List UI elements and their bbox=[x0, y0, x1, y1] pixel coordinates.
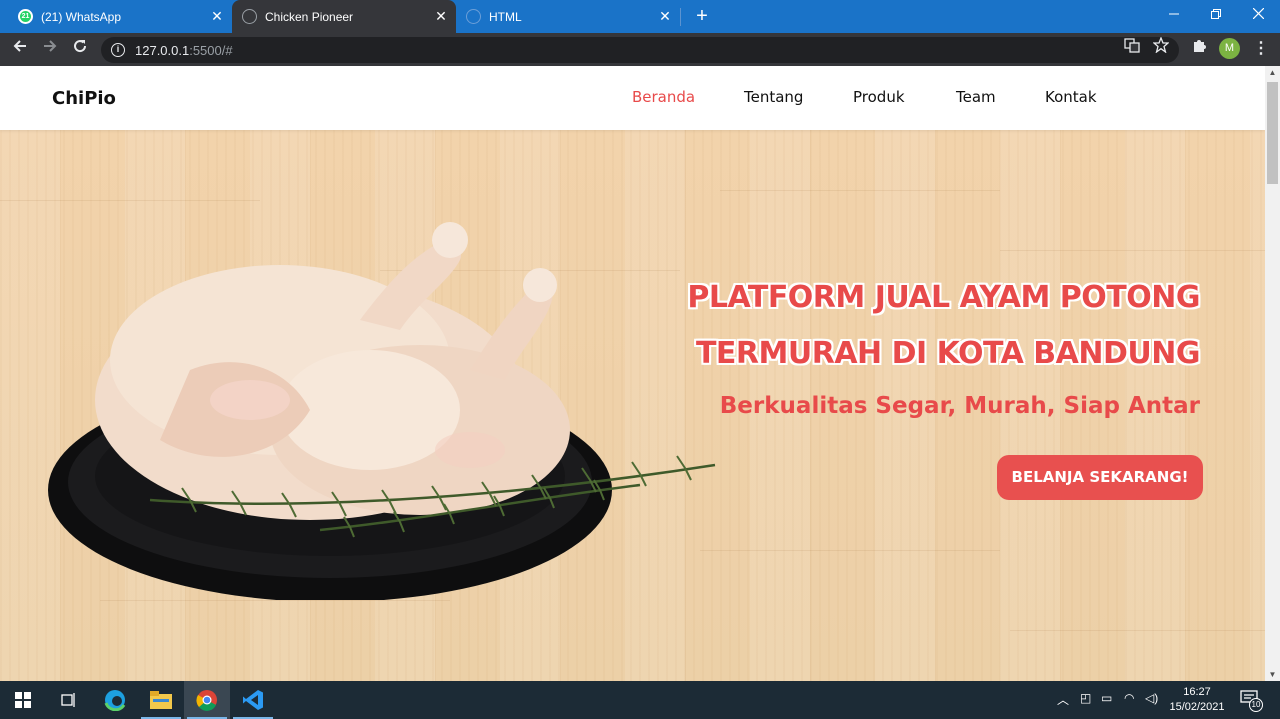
close-window-button[interactable] bbox=[1236, 0, 1280, 30]
action-center-button[interactable]: 10 bbox=[1240, 690, 1263, 712]
hero-subtitle: Berkualitas Segar, Murah, Siap Antar bbox=[719, 393, 1200, 419]
volume-icon[interactable]: ◁) bbox=[1145, 691, 1158, 705]
extensions-icon[interactable] bbox=[1191, 37, 1207, 56]
hero-section: PLATFORM JUAL AYAM POTONG TERMURAH DI KO… bbox=[0, 130, 1265, 681]
close-tab-icon[interactable]: ✕ bbox=[206, 8, 228, 25]
chrome-button[interactable] bbox=[184, 681, 230, 719]
nav-beranda[interactable]: Beranda bbox=[632, 88, 695, 106]
windows-taskbar: ︿ ◰ ▭ ◠ ◁) 16:27 15/02/2021 10 bbox=[0, 681, 1280, 719]
scroll-up-icon[interactable]: ▲ bbox=[1265, 68, 1280, 77]
edge-icon bbox=[104, 690, 126, 711]
close-tab-icon[interactable]: ✕ bbox=[654, 8, 676, 25]
translate-icon[interactable] bbox=[1124, 37, 1140, 56]
scrollbar-thumb[interactable] bbox=[1267, 82, 1278, 184]
browser-menu-icon[interactable]: ⋮ bbox=[1253, 38, 1269, 58]
scroll-down-icon[interactable]: ▼ bbox=[1265, 670, 1280, 679]
task-view-button[interactable] bbox=[46, 681, 92, 719]
notification-count-badge: 10 bbox=[1249, 698, 1263, 712]
globe-icon bbox=[466, 9, 481, 24]
clock-time: 16:27 bbox=[1183, 686, 1211, 698]
profile-avatar[interactable]: M bbox=[1219, 38, 1240, 59]
tab-separator bbox=[680, 8, 681, 26]
minimize-icon bbox=[1169, 13, 1179, 15]
chrome-icon bbox=[196, 690, 217, 711]
chevron-up-icon[interactable]: ︿ bbox=[1057, 691, 1069, 708]
tab-whatsapp[interactable]: 21 (21) WhatsApp ✕ bbox=[8, 0, 232, 33]
wood-grain bbox=[720, 190, 1000, 191]
whatsapp-icon: 21 bbox=[18, 9, 33, 24]
windows-start-button[interactable] bbox=[0, 681, 46, 719]
bookmark-star-icon[interactable] bbox=[1152, 36, 1170, 56]
browser-titlebar: 21 (21) WhatsApp ✕ Chicken Pioneer ✕ HTM… bbox=[0, 0, 1280, 33]
meet-now-icon[interactable]: ◰ bbox=[1080, 691, 1091, 705]
site-navbar: ChiPio Beranda Tentang Produk Team Konta… bbox=[0, 66, 1265, 130]
close-icon bbox=[1252, 7, 1264, 20]
back-button[interactable] bbox=[8, 38, 32, 62]
tab-label: HTML bbox=[489, 9, 522, 24]
file-explorer-icon bbox=[150, 691, 172, 709]
battery-icon[interactable]: ▭ bbox=[1101, 691, 1112, 705]
raw-chicken-image bbox=[48, 222, 716, 600]
address-bar[interactable]: i 127.0.0.1:5500/# bbox=[101, 37, 1179, 63]
page-scrollbar[interactable]: ▲ ▼ bbox=[1265, 66, 1280, 681]
tab-chicken-pioneer[interactable]: Chicken Pioneer ✕ bbox=[232, 0, 456, 33]
nav-team[interactable]: Team bbox=[956, 88, 996, 106]
forward-button[interactable] bbox=[38, 38, 62, 62]
shop-now-button[interactable]: BELANJA SEKARANG! bbox=[997, 455, 1203, 500]
nav-kontak[interactable]: Kontak bbox=[1045, 88, 1097, 106]
system-clock[interactable]: 16:27 15/02/2021 bbox=[1166, 685, 1228, 715]
wood-grain bbox=[1010, 630, 1265, 631]
task-view-icon bbox=[61, 693, 75, 707]
site-logo[interactable]: ChiPio bbox=[52, 88, 116, 109]
url-path: :5500/# bbox=[189, 42, 233, 58]
file-explorer-button[interactable] bbox=[138, 681, 184, 719]
new-tab-button[interactable]: + bbox=[690, 4, 714, 28]
url-host: 127.0.0.1 bbox=[135, 42, 190, 58]
wood-grain bbox=[100, 600, 450, 601]
vscode-button[interactable] bbox=[230, 681, 276, 719]
vscode-icon bbox=[243, 690, 263, 710]
tab-html[interactable]: HTML ✕ bbox=[456, 0, 680, 33]
edge-button[interactable] bbox=[92, 681, 138, 719]
hero-title-line1: PLATFORM JUAL AYAM POTONG bbox=[687, 280, 1200, 315]
tab-label: Chicken Pioneer bbox=[265, 9, 354, 24]
close-tab-icon[interactable]: ✕ bbox=[430, 8, 452, 25]
nav-produk[interactable]: Produk bbox=[853, 88, 905, 106]
hero-title-line2: TERMURAH DI KOTA BANDUNG bbox=[695, 336, 1201, 371]
restore-icon bbox=[1211, 9, 1221, 19]
wood-grain bbox=[700, 550, 1000, 551]
minimize-button[interactable] bbox=[1152, 0, 1196, 30]
wifi-icon[interactable]: ◠ bbox=[1124, 691, 1134, 705]
clock-date: 15/02/2021 bbox=[1169, 701, 1225, 713]
arrow-left-icon bbox=[13, 40, 26, 52]
globe-icon bbox=[242, 9, 257, 24]
windows-start-icon bbox=[15, 692, 31, 708]
arrow-right-icon bbox=[44, 40, 57, 52]
maximize-button[interactable] bbox=[1194, 0, 1238, 30]
tab-label: (21) WhatsApp bbox=[41, 9, 122, 24]
web-page: ChiPio Beranda Tentang Produk Team Konta… bbox=[0, 66, 1265, 681]
wood-grain bbox=[1000, 250, 1265, 251]
reload-icon bbox=[74, 40, 87, 53]
reload-button[interactable] bbox=[68, 38, 92, 62]
nav-tentang[interactable]: Tentang bbox=[744, 88, 803, 106]
info-icon[interactable]: i bbox=[111, 43, 125, 57]
browser-toolbar: i 127.0.0.1:5500/# bbox=[0, 33, 1280, 66]
